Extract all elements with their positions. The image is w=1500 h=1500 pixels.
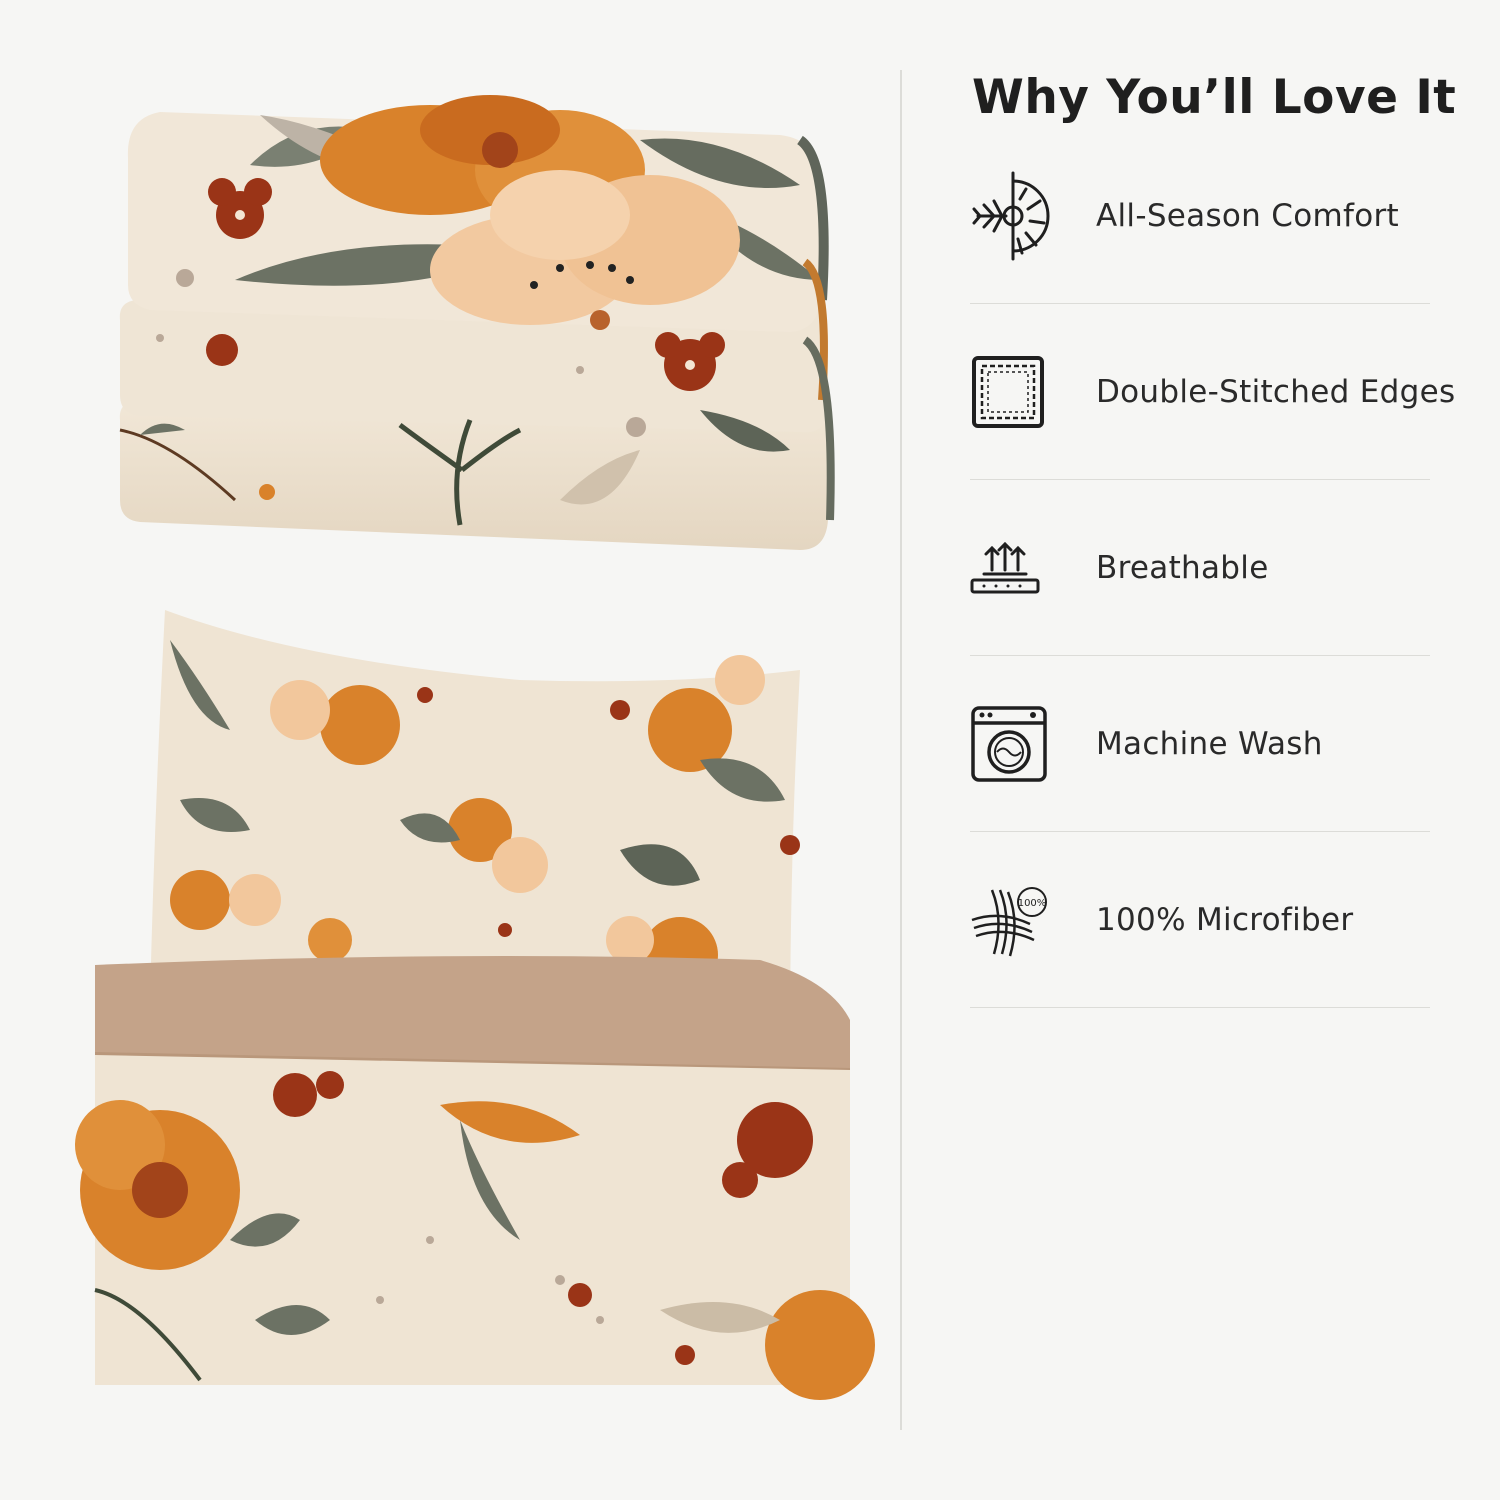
- feature-label: All-Season Comfort: [1096, 197, 1399, 234]
- sun-snowflake-icon: [970, 168, 1066, 264]
- feature-item-double-stitched: Double-Stitched Edges: [970, 304, 1455, 480]
- folded-sheets-image: [119, 95, 835, 550]
- page-title: Why You’ll Love It: [972, 70, 1457, 125]
- breathable-fabric-icon: [970, 520, 1066, 616]
- feature-item-breathable: Breathable: [970, 480, 1430, 656]
- washing-machine-icon: [970, 696, 1066, 792]
- feature-item-microfiber: 100% 100% Microfiber: [970, 832, 1430, 1008]
- stitched-square-icon: [970, 344, 1066, 440]
- feature-list: All-Season Comfort Double-Stitched Edges: [970, 128, 1455, 1008]
- feature-item-machine-wash: Machine Wash: [970, 656, 1430, 832]
- features-panel: Why You’ll Love It All-Season Comfort Do…: [902, 0, 1500, 1500]
- feature-label: 100% Microfiber: [1096, 901, 1354, 938]
- feature-label: Machine Wash: [1096, 725, 1323, 762]
- product-image-panel: [0, 0, 900, 1500]
- feature-label: Breathable: [1096, 549, 1269, 586]
- feature-label: Double-Stitched Edges: [1096, 373, 1456, 410]
- feature-item-all-season: All-Season Comfort: [970, 128, 1430, 304]
- microfiber-badge-text: 100%: [1018, 898, 1047, 909]
- microfiber-100-icon: 100%: [970, 872, 1066, 968]
- pillow-duvet-image: [75, 610, 875, 1400]
